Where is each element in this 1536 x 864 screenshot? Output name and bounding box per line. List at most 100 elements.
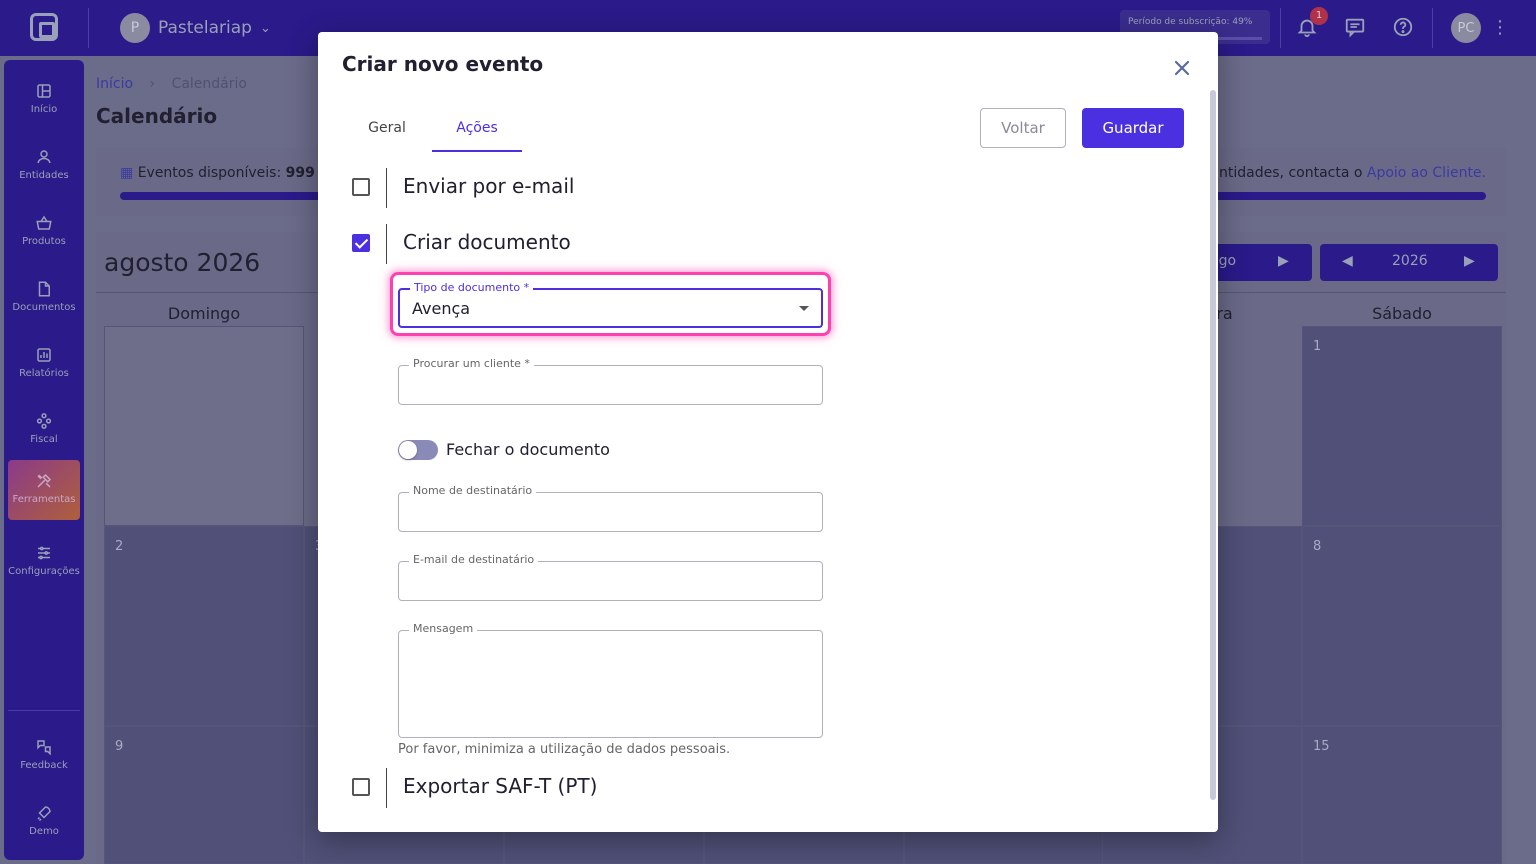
sidebar-item-feedback[interactable]: Feedback (4, 726, 84, 786)
day-number: 15 (1313, 739, 1330, 754)
home-icon (35, 82, 53, 100)
sliders-icon (35, 544, 53, 562)
close-icon[interactable] (1170, 56, 1194, 80)
day-number: 1 (1313, 339, 1322, 354)
sidebar-item-produtos[interactable]: Produtos (4, 202, 84, 262)
calendar-icon: ▦ (120, 165, 134, 181)
year-next-icon[interactable]: ▶ (1464, 253, 1475, 269)
chat-icon[interactable] (1343, 16, 1367, 40)
sidebar-item-demo[interactable]: Demo (4, 792, 84, 852)
message-field: Mensagem (398, 622, 823, 738)
breadcrumb-home-link[interactable]: Início (96, 76, 133, 92)
sidebar-item-documentos[interactable]: Documentos (4, 268, 84, 328)
modal-title: Criar novo evento (342, 52, 544, 76)
chevron-right-icon: › (149, 76, 156, 92)
events-available-text: ▦ Eventos disponíveis: 999 d (120, 165, 330, 181)
support-text-prefix: quantidades, contacta o (1192, 165, 1367, 181)
sidebar-item-label: Ferramentas (12, 494, 76, 505)
company-avatar: P (120, 13, 150, 43)
document-type-select[interactable]: Tipo de documento * Avença (398, 281, 823, 328)
calendar-cell[interactable]: 2 (104, 526, 304, 726)
day-number: 9 (115, 739, 124, 754)
client-search-field: Procurar um cliente * (398, 357, 823, 405)
notification-badge: 1 (1310, 7, 1328, 25)
sidebar-item-configuracoes[interactable]: Configurações (4, 532, 84, 592)
chevron-down-icon: ⌄ (259, 20, 271, 36)
divider (386, 224, 387, 264)
weekday-saturday: Sábado (1372, 304, 1432, 323)
document-type-label: Tipo de documento * (410, 281, 534, 294)
sidebar-item-label: Configurações (8, 566, 80, 577)
app-logo-icon[interactable] (30, 13, 58, 41)
close-document-toggle[interactable] (398, 440, 438, 460)
basket-icon (35, 214, 53, 232)
sidebar-item-label: Fiscal (30, 434, 58, 445)
breadcrumb-current: Calendário (171, 76, 247, 92)
rocket-icon (35, 804, 53, 822)
sidebar: Início Entidades Produtos Documentos Rel… (4, 60, 84, 860)
calendar-cell[interactable]: 8 (1302, 526, 1502, 726)
create-document-label: Criar documento (403, 230, 571, 254)
feedback-icon (35, 738, 53, 756)
sidebar-item-entidades[interactable]: Entidades (4, 136, 84, 196)
create-document-checkbox[interactable] (352, 234, 370, 252)
company-selector[interactable]: P Pastelariap ⌄ (120, 13, 271, 43)
calendar-cell[interactable]: 9 (104, 726, 304, 864)
privacy-helper-text: Por favor, minimiza a utilização de dado… (398, 742, 731, 757)
breadcrumb: Início › Calendário (96, 76, 247, 92)
send-email-checkbox[interactable] (352, 178, 370, 196)
user-avatar[interactable]: PC (1451, 13, 1481, 43)
tools-icon (35, 472, 53, 490)
recipient-name-field: Nome de destinatário (398, 484, 823, 532)
subscription-label: Período de subscrição: 49% (1128, 17, 1253, 27)
calendar-cell[interactable] (104, 326, 304, 526)
divider (1432, 8, 1433, 48)
fiscal-icon (35, 412, 53, 430)
sidebar-item-label: Feedback (20, 760, 68, 771)
document-icon (35, 280, 53, 298)
user-icon (35, 148, 53, 166)
divider (386, 768, 387, 808)
divider (1280, 8, 1281, 48)
year-prev-icon[interactable]: ◀ (1342, 253, 1353, 269)
calendar-cell[interactable]: 15 (1302, 726, 1502, 864)
dropdown-arrow-icon (799, 306, 809, 311)
save-button[interactable]: Guardar (1082, 108, 1184, 148)
recipient-email-input[interactable] (400, 563, 821, 599)
sidebar-item-label: Entidades (19, 170, 69, 181)
sidebar-item-fiscal[interactable]: Fiscal (4, 400, 84, 460)
export-saft-label: Exportar SAF-T (PT) (403, 774, 598, 798)
calendar-month-title: agosto 2026 (104, 248, 261, 277)
more-vertical-icon[interactable]: ⋮ (1488, 16, 1512, 40)
send-email-label: Enviar por e-mail (403, 174, 575, 198)
day-number: 2 (115, 539, 124, 554)
weekday-sunday: Domingo (167, 304, 241, 323)
page-title: Calendário (96, 104, 218, 128)
sidebar-item-label: Produtos (22, 236, 66, 247)
support-link[interactable]: Apoio ao Cliente. (1367, 165, 1486, 181)
tab-acoes[interactable]: Ações (432, 108, 522, 152)
message-textarea[interactable] (400, 632, 821, 736)
divider (88, 8, 89, 48)
help-icon[interactable] (1391, 16, 1415, 40)
day-number: 8 (1313, 539, 1322, 554)
client-search-input[interactable] (400, 367, 821, 403)
sidebar-item-relatorios[interactable]: Relatórios (4, 334, 84, 394)
export-saft-checkbox[interactable] (352, 778, 370, 796)
recipient-name-input[interactable] (400, 494, 821, 530)
sidebar-item-label: Relatórios (19, 368, 69, 379)
modal-scrollbar[interactable] (1210, 90, 1216, 800)
close-document-label: Fechar o documento (446, 440, 610, 459)
sidebar-item-label: Demo (29, 826, 59, 837)
sidebar-item-label: Documentos (12, 302, 76, 313)
sidebar-item-ferramentas[interactable]: Ferramentas (8, 460, 80, 520)
month-next-icon[interactable]: ▶ (1278, 253, 1289, 269)
recipient-email-field: E-mail de destinatário (398, 553, 823, 601)
create-event-modal: Criar novo evento Geral Ações Voltar Gua… (318, 32, 1218, 832)
back-button[interactable]: Voltar (980, 108, 1066, 148)
tab-geral[interactable]: Geral (348, 108, 426, 152)
calendar-cell[interactable]: 1 (1302, 326, 1502, 526)
support-text: quantidades, contacta o Apoio ao Cliente… (1193, 165, 1486, 181)
year-nav-label: 2026 (1392, 253, 1428, 269)
sidebar-item-inicio[interactable]: Início (4, 70, 84, 130)
